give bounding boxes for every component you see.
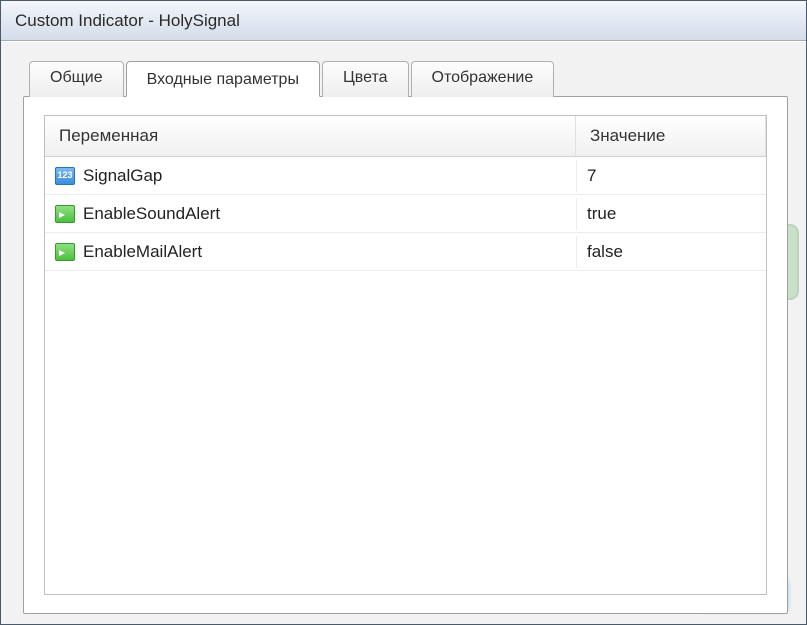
cell-variable: EnableMailAlert [45,236,576,268]
cell-value[interactable]: true [576,198,766,230]
dialog-window: Custom Indicator - HolySignal Общие Вход… [0,0,807,625]
titlebar[interactable]: Custom Indicator - HolySignal [1,1,806,41]
tab-general[interactable]: Общие [29,61,124,97]
param-name: EnableSoundAlert [83,204,220,224]
tab-panel-inputs: Переменная Значение 123 SignalGap 7 [23,96,788,614]
grid-row[interactable]: EnableMailAlert false [45,233,766,271]
header-variable[interactable]: Переменная [45,116,576,156]
tab-label: Отображение [432,69,534,86]
tab-strip: Общие Входные параметры Цвета Отображени… [23,60,788,96]
header-value[interactable]: Значение [576,116,766,156]
tab-label: Общие [50,69,103,86]
cell-value[interactable]: 7 [576,160,766,192]
tab-label: Входные параметры [147,71,299,88]
param-name: SignalGap [83,166,162,186]
client-area: Общие Входные параметры Цвета Отображени… [1,41,806,624]
grid-row[interactable]: EnableSoundAlert true [45,195,766,233]
param-value: false [587,242,623,262]
grid-row[interactable]: 123 SignalGap 7 [45,157,766,195]
tab-label: Цвета [343,69,388,86]
cell-value[interactable]: false [576,236,766,268]
tab-inputs[interactable]: Входные параметры [126,61,320,97]
window-title: Custom Indicator - HolySignal [15,11,240,31]
param-value: true [587,204,616,224]
cell-variable: EnableSoundAlert [45,198,576,230]
boolean-icon [55,243,75,261]
cell-variable: 123 SignalGap [45,160,576,192]
parameters-grid: Переменная Значение 123 SignalGap 7 [44,115,767,595]
tab-colors[interactable]: Цвета [322,61,409,97]
integer-icon: 123 [55,167,75,185]
tab-display[interactable]: Отображение [411,61,555,97]
param-name: EnableMailAlert [83,242,202,262]
param-value: 7 [587,166,596,186]
grid-header: Переменная Значение [45,116,766,157]
boolean-icon [55,205,75,223]
